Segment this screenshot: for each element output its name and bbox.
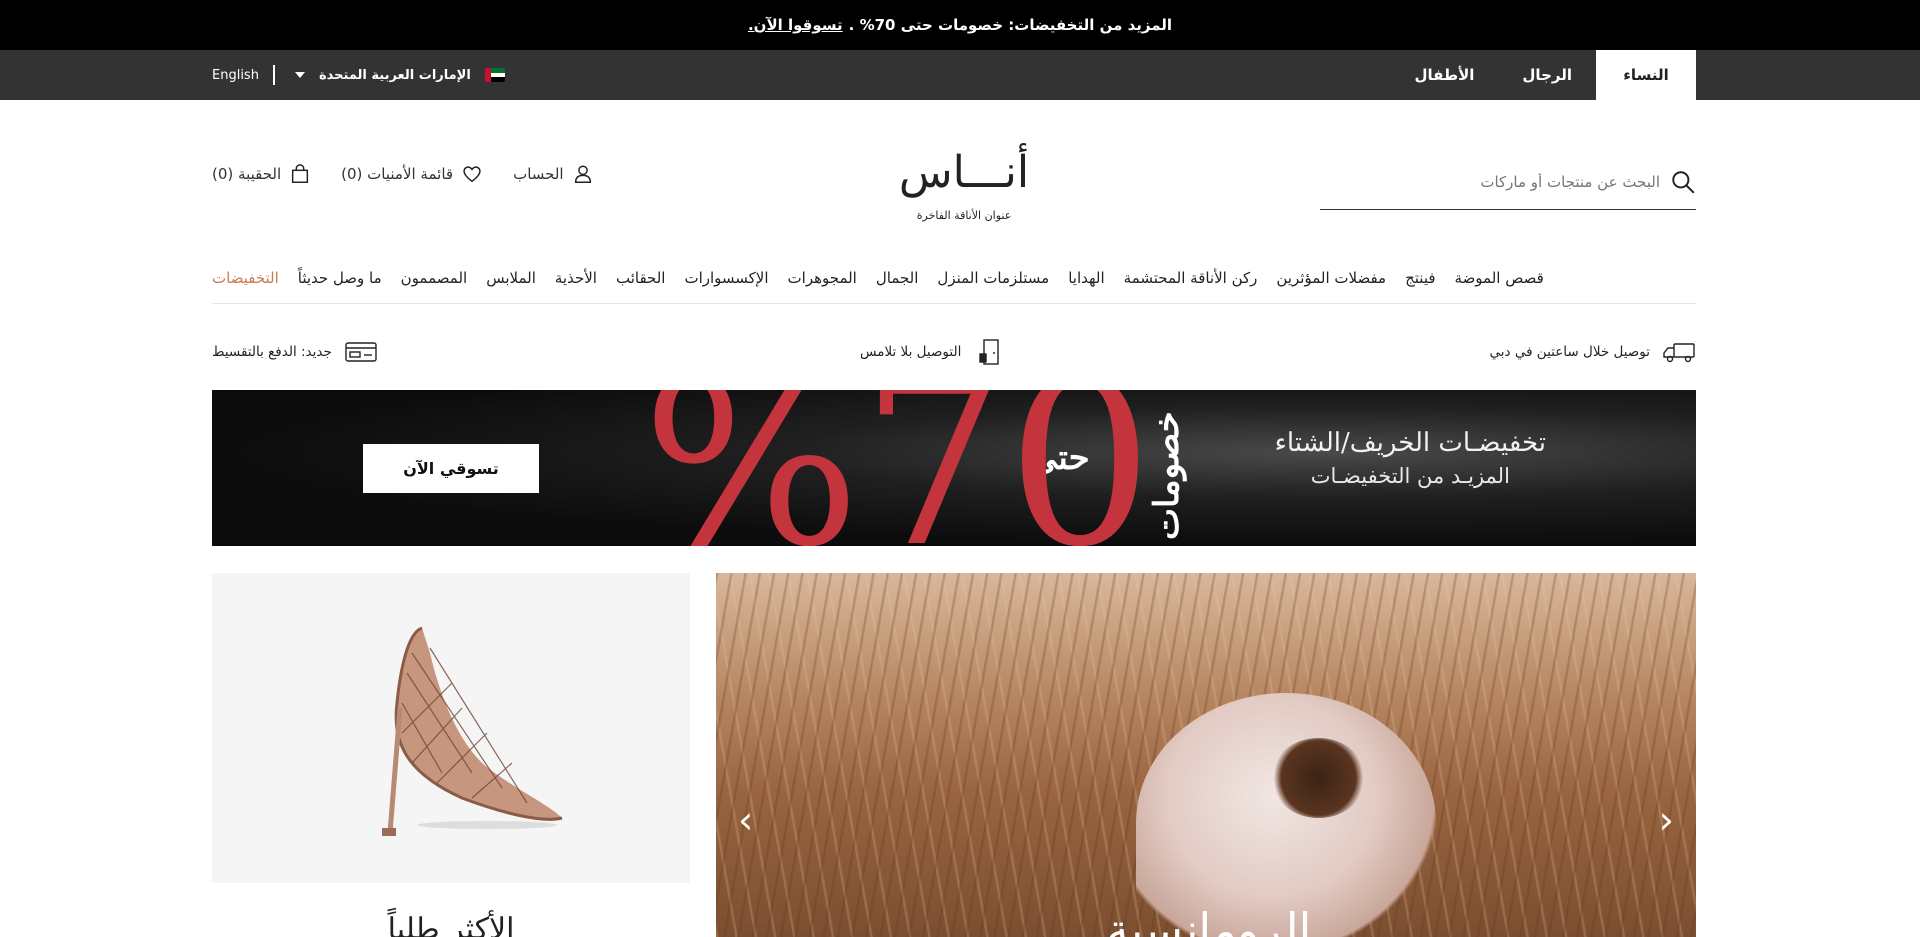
promo-text: المزيد من التخفيضات: خصومات حتى 70% . — [848, 16, 1173, 34]
nav-beauty[interactable]: الجمال — [876, 269, 919, 287]
nav-modest[interactable]: ركن الأناقة المحتشمة — [1124, 269, 1258, 287]
site-logo[interactable]: أنـــاس عنوان الأناقة الفاخرة — [889, 145, 1039, 222]
feature-delivery-text: توصيل خلال ساعتين في دبي — [1489, 344, 1651, 360]
logo-tagline: عنوان الأناقة الفاخرة — [916, 209, 1012, 222]
shopping-bag-icon — [292, 164, 309, 183]
promo-shop-link[interactable]: تسوقوا الآن. — [748, 16, 843, 34]
product-card[interactable] — [212, 573, 690, 883]
product-title[interactable]: الأكثر طلباً — [212, 912, 690, 937]
feature-installments-text: جديد: الدفع بالتقسيط — [212, 344, 332, 360]
nav-designers[interactable]: المصممون — [401, 269, 468, 287]
gender-tabs: النساء الرجال الأطفال — [1391, 50, 1696, 100]
account-links: الحقيبة (0) قائمة الأمنيات (0) الحساب — [212, 163, 594, 185]
country-selector[interactable]: الإمارات العربية المتحدة — [319, 68, 471, 83]
banner-text: تخفيضـات الخريف/الشتاء المزيـد من التخفي… — [1275, 428, 1546, 488]
user-icon — [574, 165, 591, 183]
product-heel-image — [382, 626, 563, 836]
banner-percent: %70 — [642, 390, 1154, 546]
carousel-prev-icon[interactable]: ‹ — [738, 798, 753, 842]
feature-delivery: توصيل خلال ساعتين في دبي — [1490, 338, 1697, 366]
bag-label: الحقيبة (0) — [212, 165, 282, 183]
nav-shoes[interactable]: الأحذية — [555, 269, 597, 287]
nav-clothing[interactable]: الملابس — [486, 269, 536, 287]
hero-carousel[interactable]: ‹ › الرومانسية — [716, 573, 1696, 937]
nav-gifts[interactable]: الهدايا — [1068, 269, 1104, 287]
account-label: الحساب — [513, 165, 564, 183]
nav-sale[interactable]: التخفيضات — [212, 269, 279, 287]
language-link[interactable]: English — [212, 68, 259, 83]
locale-switcher: English الإمارات العربية المتحدة — [212, 50, 505, 100]
wishlist-label: قائمة الأمنيات (0) — [341, 165, 454, 183]
tab-women[interactable]: النساء — [1596, 50, 1696, 100]
nav-jewellery[interactable]: المجوهرات — [788, 269, 857, 287]
locale-divider — [272, 65, 275, 85]
heart-icon — [463, 166, 481, 183]
chevron-down-icon[interactable] — [294, 72, 305, 78]
feature-installments: جديد: الدفع بالتقسيط — [212, 338, 378, 366]
nav-stories[interactable]: قصص الموضة — [1455, 269, 1544, 287]
carousel-next-icon[interactable]: › — [1659, 798, 1674, 842]
nav-new-arrivals[interactable]: ما وصل حديثاً — [298, 269, 382, 287]
delivery-truck-icon — [1663, 343, 1695, 363]
nav-vintage[interactable]: فينتج — [1405, 269, 1435, 287]
uae-flag-icon — [484, 68, 505, 82]
sale-banner[interactable]: تخفيضـات الخريف/الشتاء المزيـد من التخفي… — [212, 390, 1696, 546]
nav-bags[interactable]: الحقائب — [616, 269, 665, 287]
header: أنـــاس عنوان الأناقة الفاخرة الحقيبة (0… — [212, 145, 1696, 222]
hero-model-image — [1136, 693, 1436, 937]
contactless-door-icon — [979, 339, 1000, 365]
feature-contactless-text: التوصيل بلا تلامس — [860, 344, 962, 360]
hero-title: الرومانسية — [1106, 903, 1312, 937]
search-icon[interactable] — [1670, 169, 1696, 195]
hero-model-hair — [1271, 738, 1366, 818]
nav-accessories[interactable]: الإكسسوارات — [684, 269, 768, 287]
search-input[interactable] — [1360, 173, 1660, 191]
nav-home[interactable]: مستلزمات المنزل — [937, 269, 1049, 287]
search-bar — [1320, 155, 1696, 210]
service-features: توصيل خلال ساعتين في دبي التوصيل بلا تلا… — [212, 333, 1696, 371]
nav-influencers[interactable]: مفضلات المؤثرين — [1276, 269, 1386, 287]
feature-contactless: التوصيل بلا تلامس — [860, 338, 1007, 366]
banner-shop-now-button[interactable]: تسوقي الآن — [363, 444, 539, 493]
main-nav: التخفيضات ما وصل حديثاً المصممون الملابس… — [212, 252, 1696, 304]
credit-card-icon — [345, 342, 377, 362]
banner-subtitle: المزيـد من التخفيضـات — [1310, 464, 1510, 488]
banner-title: تخفيضـات الخريف/الشتاء — [1274, 428, 1546, 458]
tab-men[interactable]: الرجال — [1498, 50, 1596, 100]
account-link[interactable]: الحساب — [513, 163, 594, 185]
bag-link[interactable]: الحقيبة (0) — [212, 163, 311, 185]
wishlist-link[interactable]: قائمة الأمنيات (0) — [341, 163, 483, 185]
top-bar: النساء الرجال الأطفال English الإمارات ا… — [0, 50, 1920, 100]
tab-kids[interactable]: الأطفال — [1391, 50, 1499, 100]
logo-wordmark: أنـــاس — [898, 147, 1030, 198]
promo-bar: المزيد من التخفيضات: خصومات حتى 70% . تس… — [0, 0, 1920, 50]
